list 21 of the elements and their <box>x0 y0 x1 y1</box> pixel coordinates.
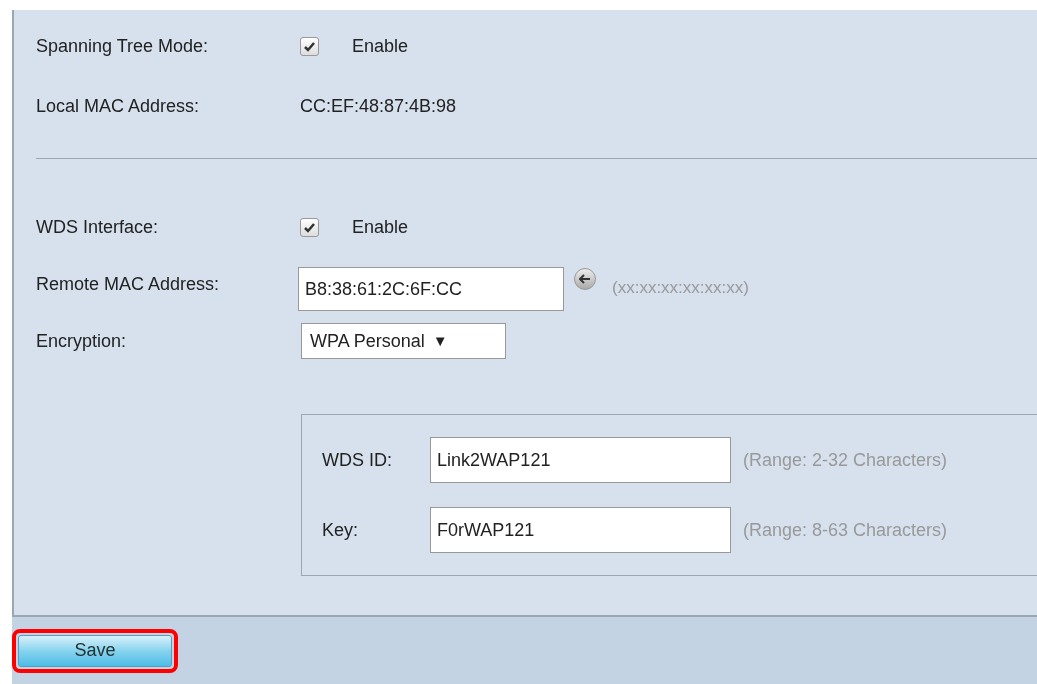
format-hint: (xx:xx:xx:xx:xx:xx) <box>612 277 749 300</box>
field-label: Key: <box>322 518 360 542</box>
range-hint: (Range: 8-63 Characters) <box>743 518 948 542</box>
checkbox[interactable] <box>300 217 319 237</box>
field-label: Remote MAC Address: <box>36 272 221 296</box>
text-input[interactable]: Link2WAP121 <box>430 437 731 483</box>
option-label: Enable <box>352 34 409 58</box>
mac-input[interactable]: B8:38:61:2C:6F:CC <box>298 267 564 311</box>
range-hint: (Range: 2-32 Characters) <box>743 448 948 472</box>
field-label: WDS ID: <box>322 448 393 472</box>
text-input[interactable]: F0rWAP121 <box>430 507 731 553</box>
field-label: WDS Interface: <box>36 215 160 239</box>
caret-icon: ▼ <box>432 329 448 353</box>
mac-address: CC:EF:48:87:4B:98 <box>300 94 457 118</box>
field-label: Spanning Tree Mode: <box>36 34 210 58</box>
checkbox[interactable] <box>300 36 319 56</box>
encryption-select[interactable]: WPA Personal ▼ <box>301 323 506 359</box>
field-label: Local MAC Address: <box>36 94 201 118</box>
field-label: Encryption: <box>36 329 128 353</box>
save-button[interactable]: Save <box>18 634 172 667</box>
option-label: Enable <box>352 215 409 239</box>
